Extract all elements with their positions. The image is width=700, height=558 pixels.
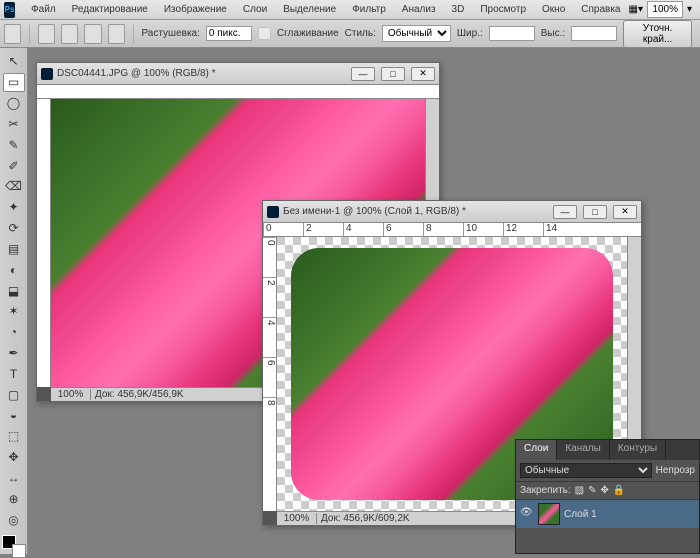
antialias-checkbox xyxy=(258,27,271,40)
close-button[interactable]: ✕ xyxy=(411,67,435,81)
doc1-title: DSC04441.JPG @ 100% (RGB/8) * xyxy=(57,68,351,79)
doc1-info: Док: 456,9K/456,9K xyxy=(91,389,184,400)
document-titlebar-1[interactable]: DSC04441.JPG @ 100% (RGB/8) * — □ ✕ xyxy=(37,63,439,85)
tool-3[interactable]: ✂ xyxy=(3,114,25,133)
tool-22[interactable]: ◎ xyxy=(3,510,25,529)
width-input xyxy=(489,26,535,41)
ruler-vertical[interactable]: 02468 xyxy=(263,237,277,511)
doc2-info: Док: 456,9K/609,2K xyxy=(317,513,410,524)
feather-label: Растушевка: xyxy=(141,28,199,39)
tool-21[interactable]: ⊕ xyxy=(3,489,25,508)
zoom-icon: ▦▾ xyxy=(629,4,643,15)
close-button[interactable]: ✕ xyxy=(613,205,637,219)
tool-1[interactable]: ▭ xyxy=(3,73,25,92)
doc2-zoom[interactable]: 100% xyxy=(277,513,317,524)
doc-icon xyxy=(267,206,279,218)
tool-4[interactable]: ✎ xyxy=(3,135,25,154)
chevron-down-icon[interactable]: ▾ xyxy=(687,4,692,15)
layers-panel[interactable]: Слои Каналы Контуры Обычные Непрозр Закр… xyxy=(515,439,700,554)
menu-Редактирование[interactable]: Редактирование xyxy=(64,2,156,17)
menu-Фильтр[interactable]: Фильтр xyxy=(344,2,394,17)
tools-panel: ↖ ▭ ◯✂ ✎ ✐ ⌫ ✦ ⟳▤ ◐ ⬓ ✶ ◔ ✒T ▢ ◒ ⬚ ✥ ↔⊕ ◎ xyxy=(0,48,28,554)
tool-18[interactable]: ⬚ xyxy=(3,427,25,446)
ruler-horizontal[interactable] xyxy=(37,85,439,99)
tool-8[interactable]: ⟳ xyxy=(3,219,25,238)
style-label: Стиль: xyxy=(345,28,376,39)
background-swatch[interactable] xyxy=(12,544,26,558)
height-input xyxy=(571,26,617,41)
tool-15[interactable]: T xyxy=(3,364,25,383)
height-label: Выс.: xyxy=(541,28,565,39)
tool-19[interactable]: ✥ xyxy=(3,448,25,467)
lock-label: Закрепить: xyxy=(520,485,571,496)
tab-layers[interactable]: Слои xyxy=(516,440,557,460)
tab-channels[interactable]: Каналы xyxy=(557,440,610,460)
marquee-mode-intersect-icon[interactable] xyxy=(108,24,125,44)
feather-input[interactable] xyxy=(206,26,252,41)
tool-11[interactable]: ⬓ xyxy=(3,281,25,300)
tool-17[interactable]: ◒ xyxy=(3,406,25,425)
layers-panel-tabs: Слои Каналы Контуры xyxy=(516,440,699,460)
visibility-icon[interactable]: 👁 xyxy=(520,507,534,521)
tool-9[interactable]: ▤ xyxy=(3,239,25,258)
layer-thumbnail[interactable] xyxy=(538,503,560,525)
menu-Изображение[interactable]: Изображение xyxy=(156,2,235,17)
options-bar: Растушевка: Сглаживание Стиль: Обычный Ш… xyxy=(0,20,700,48)
tool-6[interactable]: ⌫ xyxy=(3,177,25,196)
marquee-mode-add-icon[interactable] xyxy=(61,24,78,44)
menu-bar: Ps ФайлРедактированиеИзображениеСлоиВыде… xyxy=(0,0,700,20)
antialias-label: Сглаживание xyxy=(277,28,339,39)
ruler-horizontal[interactable]: 02468101214 xyxy=(263,223,641,237)
menu-3D[interactable]: 3D xyxy=(444,2,473,17)
lock-row: Закрепить: ▨ ✎ ✥ 🔒 xyxy=(516,482,699,500)
tool-2[interactable]: ◯ xyxy=(3,94,25,113)
zoom-value[interactable]: 100% xyxy=(647,1,683,18)
minimize-button[interactable]: — xyxy=(351,67,375,81)
refine-edge-button[interactable]: Уточн. край... xyxy=(623,20,692,48)
marquee-mode-new-icon[interactable] xyxy=(38,24,55,44)
doc2-title: Без имени-1 @ 100% (Слой 1, RGB/8) * xyxy=(283,206,553,217)
tool-12[interactable]: ✶ xyxy=(3,302,25,321)
blend-mode-select[interactable]: Обычные xyxy=(520,463,652,478)
ruler-vertical[interactable] xyxy=(37,99,51,387)
marquee-mode-sub-icon[interactable] xyxy=(84,24,101,44)
doc1-zoom[interactable]: 100% xyxy=(51,389,91,400)
tool-0[interactable]: ↖ xyxy=(3,52,25,71)
zoom-control[interactable]: ▦▾ 100% ▾ xyxy=(629,1,693,18)
tool-7[interactable]: ✦ xyxy=(3,198,25,217)
lock-transparency-icon[interactable]: ▨ xyxy=(575,485,584,496)
tool-10[interactable]: ◐ xyxy=(3,260,25,279)
menu-Окно[interactable]: Окно xyxy=(534,2,573,17)
tool-preset-icon[interactable] xyxy=(4,24,21,44)
menu-Выделение[interactable]: Выделение xyxy=(275,2,344,17)
lock-position-icon[interactable]: ✥ xyxy=(601,485,609,496)
tool-5[interactable]: ✐ xyxy=(3,156,25,175)
doc-icon xyxy=(41,68,53,80)
lock-all-icon[interactable]: 🔒 xyxy=(613,485,625,496)
menu-Анализ[interactable]: Анализ xyxy=(394,2,444,17)
menu-Справка[interactable]: Справка xyxy=(573,2,628,17)
document-titlebar-2[interactable]: Без имени-1 @ 100% (Слой 1, RGB/8) * — □… xyxy=(263,201,641,223)
tool-14[interactable]: ✒ xyxy=(3,344,25,363)
layer-row[interactable]: 👁 Слой 1 xyxy=(516,500,699,528)
lock-paint-icon[interactable]: ✎ xyxy=(588,485,596,496)
opacity-label: Непрозр xyxy=(656,465,695,476)
tool-20[interactable]: ↔ xyxy=(3,469,25,488)
menu-Файл[interactable]: Файл xyxy=(23,2,64,17)
menu-Просмотр[interactable]: Просмотр xyxy=(472,2,534,17)
menu-Слои[interactable]: Слои xyxy=(235,2,275,17)
tab-paths[interactable]: Контуры xyxy=(610,440,666,460)
tool-16[interactable]: ▢ xyxy=(3,385,25,404)
blend-row: Обычные Непрозр xyxy=(516,460,699,482)
style-select[interactable]: Обычный xyxy=(382,25,451,42)
app-logo: Ps xyxy=(4,2,15,18)
minimize-button[interactable]: — xyxy=(553,205,577,219)
maximize-button[interactable]: □ xyxy=(381,67,405,81)
layer-name[interactable]: Слой 1 xyxy=(564,509,597,520)
width-label: Шир.: xyxy=(457,28,483,39)
tool-13[interactable]: ◔ xyxy=(3,323,25,342)
maximize-button[interactable]: □ xyxy=(583,205,607,219)
